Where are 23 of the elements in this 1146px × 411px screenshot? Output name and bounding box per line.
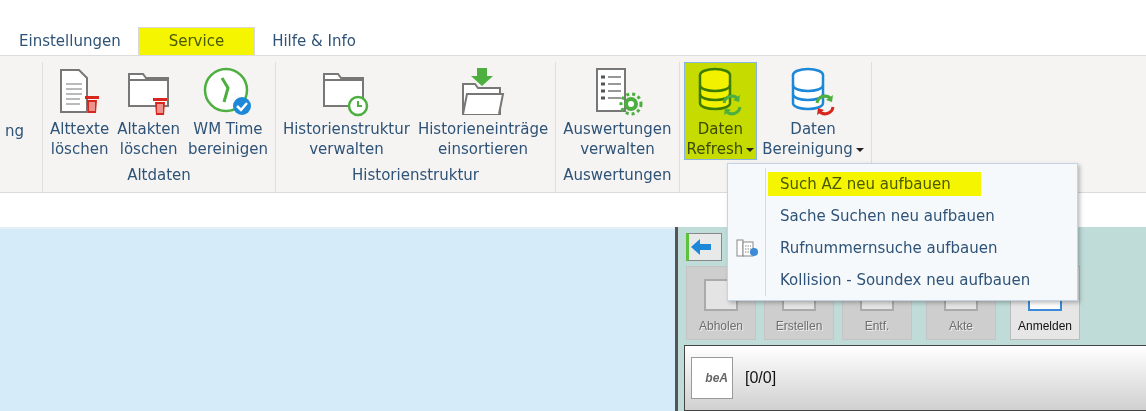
- bea-logo: beA: [691, 357, 733, 399]
- back-arrow-icon: [689, 237, 713, 257]
- clock-check-icon: [201, 66, 254, 118]
- menu-item[interactable]: Sache Suchen neu aufbauen: [768, 204, 1003, 228]
- group-label: Altdaten: [127, 166, 191, 184]
- ribbon-button[interactable]: ng: [2, 62, 28, 160]
- message-count: [0/0]: [745, 369, 777, 387]
- ribbon-tab[interactable]: Hilfe & Info: [259, 27, 369, 55]
- ribbon-button[interactable]: Alttexte löschen: [47, 62, 113, 160]
- ribbon-button[interactable]: Daten Bereinigung: [759, 62, 867, 160]
- group-label: Auswertungen: [563, 166, 672, 184]
- ribbon-button[interactable]: Historieneinträge einsortieren: [414, 62, 552, 160]
- ribbon-tab[interactable]: Service: [137, 27, 256, 55]
- ribbon-button[interactable]: Historienstruktur verwalten: [279, 62, 413, 160]
- ribbon-button[interactable]: Auswertungen verwalten: [560, 62, 675, 160]
- menu-item[interactable]: Such AZ neu aufbauen: [768, 172, 981, 196]
- ribbon-button[interactable]: WM Time bereinigen: [184, 62, 271, 160]
- ribbon-button[interactable]: Altakten löschen: [114, 62, 183, 160]
- ribbon-tab[interactable]: Einstellungen: [6, 27, 134, 55]
- ribbon-button[interactable]: Daten Refresh: [683, 62, 758, 160]
- group-label: Historienstruktur: [352, 166, 480, 184]
- back-button[interactable]: [686, 233, 722, 261]
- menu-item[interactable]: Rufnummernsuche aufbauen: [768, 236, 1006, 260]
